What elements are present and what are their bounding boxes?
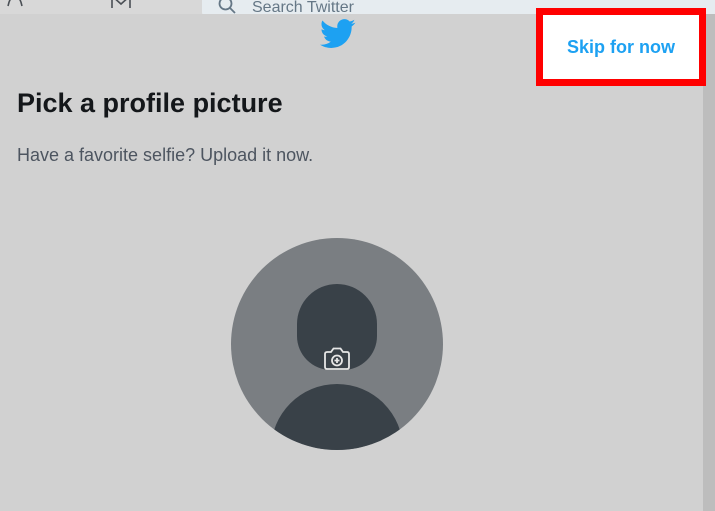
camera-plus-icon[interactable] <box>320 344 354 374</box>
skip-for-now-button[interactable]: Skip for now <box>543 15 699 79</box>
modal-subtitle: Have a favorite selfie? Upload it now. <box>17 145 314 165</box>
avatar-body <box>271 384 403 450</box>
search-icon <box>218 0 236 14</box>
mail-icon[interactable] <box>110 0 132 12</box>
twitter-bird-icon <box>320 19 356 48</box>
skip-highlight-box: Skip for now <box>536 8 706 86</box>
bell-icon[interactable] <box>4 0 26 12</box>
modal-title: Pick a profile picture <box>17 88 283 118</box>
avatar-upload[interactable] <box>231 238 443 450</box>
modal-edge <box>703 14 715 511</box>
